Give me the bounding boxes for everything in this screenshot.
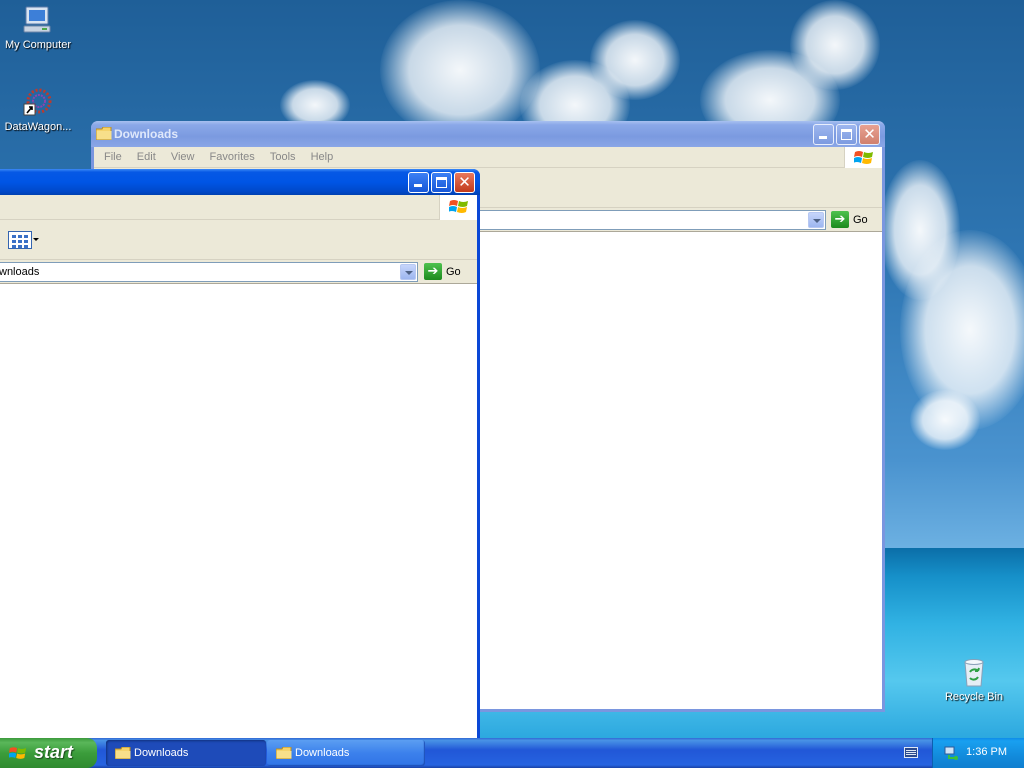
close-icon: ✕ [863, 126, 876, 143]
minimize-button[interactable] [408, 172, 429, 193]
maximize-icon [841, 129, 852, 140]
desktop-icon-datawagon[interactable]: DataWagon... [0, 86, 76, 133]
go-arrow-icon: ➔ [424, 263, 442, 280]
network-icon[interactable] [943, 745, 959, 761]
menu-bar: File Edit View Favorites Tools Help [94, 147, 882, 168]
folder-icon [115, 747, 131, 759]
desktop-icon-recycle-bin[interactable]: Recycle Bin [936, 656, 1012, 703]
close-icon: ✕ [458, 174, 471, 191]
standard-toolbar [0, 220, 477, 260]
address-input[interactable]: wnloads [0, 262, 418, 282]
menu-file[interactable]: File [98, 147, 128, 163]
menu-bar [0, 195, 477, 220]
taskbar-button-label: Downloads [134, 747, 189, 759]
window-client-area: wnloads ➔ Go [0, 195, 477, 739]
minimize-icon [414, 184, 422, 187]
address-dropdown-button[interactable] [808, 212, 824, 228]
address-value: wnloads [0, 266, 40, 278]
window-title: Downloads [114, 127, 179, 141]
maximize-button[interactable] [836, 124, 857, 145]
desktop-icon-label: My Computer [4, 39, 72, 51]
menu-view[interactable]: View [165, 147, 201, 163]
minimize-icon [819, 136, 827, 139]
desktop-icon-label: Recycle Bin [944, 691, 1004, 703]
start-button[interactable]: start [0, 738, 97, 768]
computer-icon [22, 4, 54, 36]
go-label: Go [853, 213, 868, 226]
views-button[interactable] [5, 229, 39, 251]
taskbar-button-downloads-2[interactable]: Downloads [267, 740, 425, 766]
keyboard-icon[interactable] [904, 747, 918, 758]
windows-logo-icon [9, 747, 27, 759]
address-bar: wnloads ➔ Go [0, 260, 477, 284]
go-button[interactable]: ➔ Go [831, 211, 868, 228]
wallpaper-cloud [910, 390, 980, 450]
clock: 1:36 PM [966, 746, 1007, 758]
maximize-button[interactable] [431, 172, 452, 193]
wallpaper-cloud [380, 0, 540, 140]
menu-edit[interactable]: Edit [131, 147, 162, 163]
go-arrow-icon: ➔ [831, 211, 849, 228]
taskbar: start Downloads Downloads 1:36 PM [0, 738, 1024, 768]
taskbar-button-label: Downloads [295, 747, 350, 759]
folder-icon [96, 127, 112, 140]
menu-tools[interactable]: Tools [264, 147, 302, 163]
menu-help[interactable]: Help [305, 147, 340, 163]
title-bar[interactable]: Downloads ✕ [91, 121, 885, 147]
desktop-icon-my-computer[interactable]: My Computer [0, 4, 76, 51]
views-icon [8, 231, 32, 249]
minimize-button[interactable] [813, 124, 834, 145]
wallpaper-cloud [790, 0, 880, 90]
start-label: start [34, 742, 74, 762]
system-tray: 1:36 PM [932, 738, 1024, 768]
desktop-icon-label: DataWagon... [4, 121, 72, 133]
maximize-icon [436, 177, 447, 188]
datawagon-icon [22, 86, 54, 118]
windows-logo-icon [844, 147, 882, 168]
wallpaper-cloud [590, 20, 680, 100]
explorer-window-front[interactable]: ✕ wnloads ➔ Go [0, 169, 480, 739]
recycle-bin-icon [958, 656, 990, 688]
taskbar-button-downloads-1[interactable]: Downloads [106, 740, 266, 766]
go-label: Go [446, 265, 461, 278]
address-dropdown-button[interactable] [400, 264, 416, 280]
menu-favorites[interactable]: Favorites [204, 147, 261, 163]
chevron-down-icon [33, 238, 39, 241]
title-bar[interactable]: ✕ [0, 169, 480, 195]
windows-logo-icon [439, 195, 477, 220]
close-button[interactable]: ✕ [859, 124, 880, 145]
folder-icon [276, 747, 292, 759]
go-button[interactable]: ➔ Go [424, 263, 461, 280]
close-button[interactable]: ✕ [454, 172, 475, 193]
